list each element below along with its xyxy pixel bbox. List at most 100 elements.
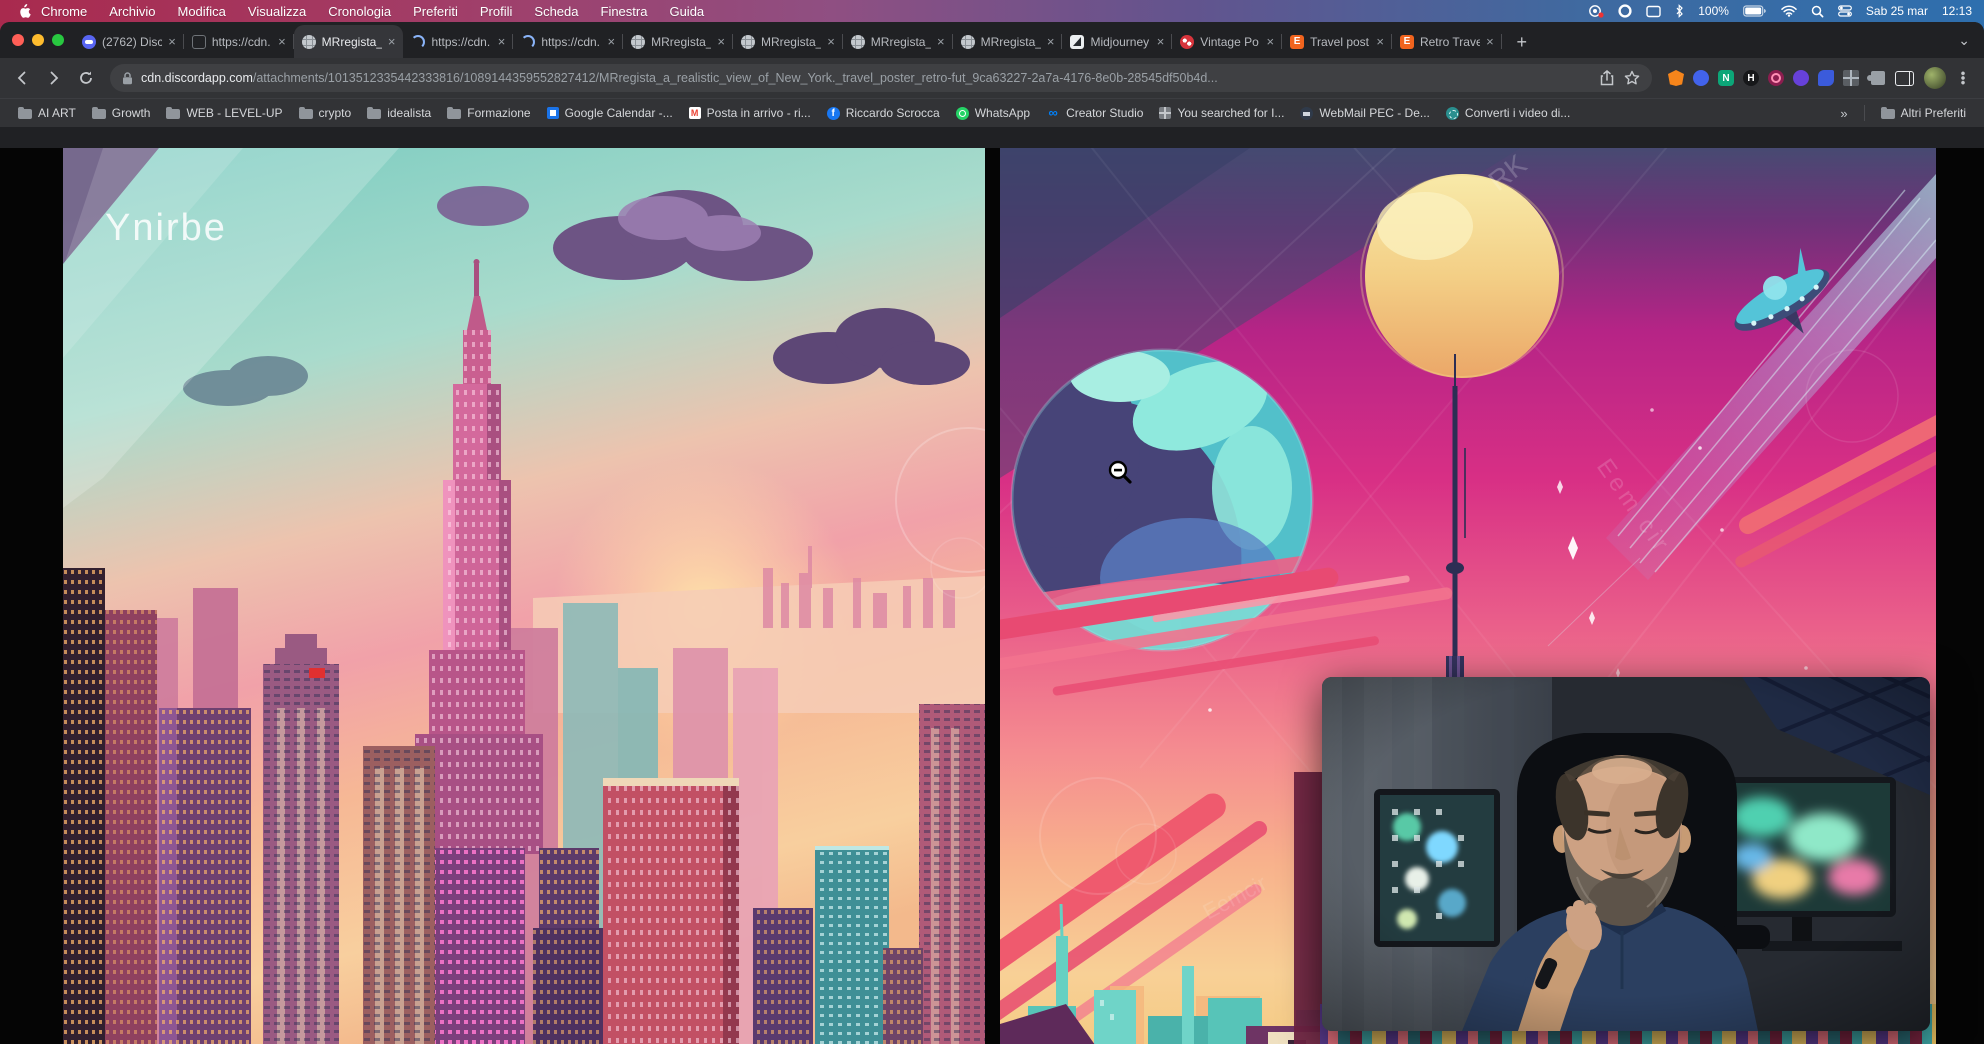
menubar-item[interactable]: Profili	[480, 4, 513, 19]
minimize-window-button[interactable]	[32, 34, 44, 46]
browser-tab[interactable]: https://cdn. ×	[403, 25, 513, 58]
menubar-item[interactable]: Guida	[669, 4, 704, 19]
menubar-item[interactable]: Modifica	[178, 4, 226, 19]
extension-icon[interactable]	[1843, 70, 1859, 86]
spotlight-icon[interactable]	[1811, 5, 1824, 18]
extensions-puzzle-icon[interactable]	[1871, 71, 1885, 85]
bookmark-item[interactable]: Google Calendar -...	[539, 103, 681, 123]
url-domain: cdn.discordapp.com	[141, 71, 253, 85]
apple-icon[interactable]	[18, 4, 31, 19]
reload-button[interactable]	[72, 64, 100, 92]
bookmark-item[interactable]: WebMail PEC - De...	[1292, 103, 1437, 123]
address-bar[interactable]: cdn.discordapp.com/attachments/101351233…	[110, 64, 1652, 92]
menubar-item[interactable]: Finestra	[601, 4, 648, 19]
browser-tab[interactable]: MRregista_ ×	[843, 25, 953, 58]
bookmark-item[interactable]: crypto	[291, 103, 360, 123]
battery-icon[interactable]	[1743, 5, 1767, 17]
tab-close-icon[interactable]: ×	[1267, 35, 1275, 48]
bookmark-label: Creator Studio	[1066, 106, 1143, 120]
browser-tab[interactable]: MRregista_ ×	[733, 25, 843, 58]
menubar-item[interactable]: Archivio	[109, 4, 155, 19]
bookmark-item[interactable]: You searched for I...	[1151, 103, 1292, 123]
control-center-icon[interactable]	[1838, 5, 1852, 17]
extension-icon[interactable]: H	[1743, 70, 1759, 86]
bookmark-label: Growth	[112, 106, 151, 120]
side-panel-icon[interactable]	[1895, 71, 1914, 86]
browser-tab[interactable]: https://cdn. ×	[513, 25, 623, 58]
extension-icon[interactable]	[1768, 70, 1784, 86]
menubar-item[interactable]: Scheda	[534, 4, 578, 19]
browser-tab[interactable]: MRregista_ ×	[953, 25, 1063, 58]
menubar-item[interactable]: Visualizza	[248, 4, 306, 19]
window-icon[interactable]	[1646, 5, 1661, 18]
bookmark-item[interactable]: Converti i video di...	[1438, 103, 1578, 123]
lock-icon[interactable]	[122, 72, 133, 85]
extension-icon[interactable]	[1818, 70, 1834, 86]
tab-close-icon[interactable]: ×	[1157, 35, 1165, 48]
tab-close-icon[interactable]: ×	[1376, 35, 1384, 48]
tab-close-icon[interactable]: ×	[168, 35, 176, 48]
tab-close-icon[interactable]: ×	[388, 35, 396, 48]
bookmark-item[interactable]: WEB - LEVEL-UP	[158, 103, 290, 123]
new-tab-button[interactable]: +	[1508, 28, 1536, 56]
screen-record-icon[interactable]	[1588, 4, 1604, 18]
wifi-icon[interactable]	[1781, 5, 1797, 17]
zoom-window-button[interactable]	[52, 34, 64, 46]
bookmark-star-icon[interactable]	[1624, 70, 1640, 86]
profile-avatar[interactable]	[1924, 67, 1946, 89]
bookmark-item[interactable]: Posta in arrivo - ri...	[681, 103, 819, 123]
bookmark-item[interactable]: Formazione	[439, 103, 538, 123]
bookmark-item[interactable]: WhatsApp	[948, 103, 1038, 123]
forward-button[interactable]	[40, 64, 68, 92]
menubar-item[interactable]: Preferiti	[413, 4, 458, 19]
tab-close-icon[interactable]: ×	[498, 35, 506, 48]
bookmark-item[interactable]: Growth	[84, 103, 159, 123]
browser-tab[interactable]: Vintage Po ×	[1172, 25, 1282, 58]
bluetooth-icon[interactable]	[1675, 4, 1684, 18]
menubar-item[interactable]: Cronologia	[328, 4, 391, 19]
bookmarks-overflow-chevron[interactable]: »	[1832, 106, 1855, 121]
extension-icon[interactable]: N	[1718, 70, 1734, 86]
browser-menu-icon[interactable]	[1956, 71, 1970, 85]
browser-tab[interactable]: MRregista_ ×	[623, 25, 733, 58]
tab-close-icon[interactable]: ×	[1486, 35, 1494, 48]
folder-icon	[1881, 109, 1895, 119]
other-bookmarks-folder[interactable]: Altri Preferiti	[1873, 103, 1974, 123]
tab-close-icon[interactable]: ×	[827, 35, 835, 48]
browser-tab[interactable]: MRregista_ ×	[294, 25, 404, 58]
bookmark-item[interactable]: idealista	[359, 103, 439, 123]
poster-image-left[interactable]: Ynirbe	[63, 148, 985, 1044]
extension-icon[interactable]	[1793, 70, 1809, 86]
tab-favicon	[411, 35, 425, 49]
tab-title: Vintage Po	[1200, 35, 1260, 49]
menubar-time[interactable]: 12:13	[1942, 4, 1972, 18]
bookmark-icon	[299, 109, 313, 119]
bookmark-item[interactable]: Riccardo Scrocca	[819, 103, 948, 123]
bookmark-icon	[447, 109, 461, 119]
back-button[interactable]	[8, 64, 36, 92]
extension-icon[interactable]	[1668, 70, 1684, 86]
close-window-button[interactable]	[12, 34, 24, 46]
bookmark-item[interactable]: Creator Studio	[1038, 103, 1151, 123]
screen: Chrome Archivio Modifica Visualizza Cronolog…	[0, 0, 1984, 1044]
tab-close-icon[interactable]: ×	[937, 35, 945, 48]
menubar-date[interactable]: Sab 25 mar	[1866, 4, 1928, 18]
browser-tab[interactable]: https://cdn. ×	[184, 25, 294, 58]
bookmark-item[interactable]: AI ART	[10, 103, 84, 123]
tab-close-icon[interactable]: ×	[278, 35, 286, 48]
extension-icon[interactable]	[1693, 70, 1709, 86]
tab-close-icon[interactable]: ×	[717, 35, 725, 48]
window-controls	[10, 22, 74, 58]
ring-icon[interactable]	[1618, 4, 1632, 18]
browser-tab[interactable]: Midjourney ×	[1062, 25, 1172, 58]
browser-tab[interactable]: Retro Trave ×	[1392, 25, 1502, 58]
tab-favicon	[851, 35, 865, 49]
tab-search-chevron-icon[interactable]: ⌄	[1958, 32, 1970, 49]
tab-close-icon[interactable]: ×	[608, 35, 616, 48]
share-icon[interactable]	[1600, 70, 1614, 86]
browser-tab[interactable]: Travel post ×	[1282, 25, 1392, 58]
menubar-item[interactable]: Chrome	[41, 4, 87, 19]
bookmark-label: WebMail PEC - De...	[1319, 106, 1429, 120]
browser-tab[interactable]: (2762) Disc ×	[74, 25, 184, 58]
tab-close-icon[interactable]: ×	[1047, 35, 1055, 48]
